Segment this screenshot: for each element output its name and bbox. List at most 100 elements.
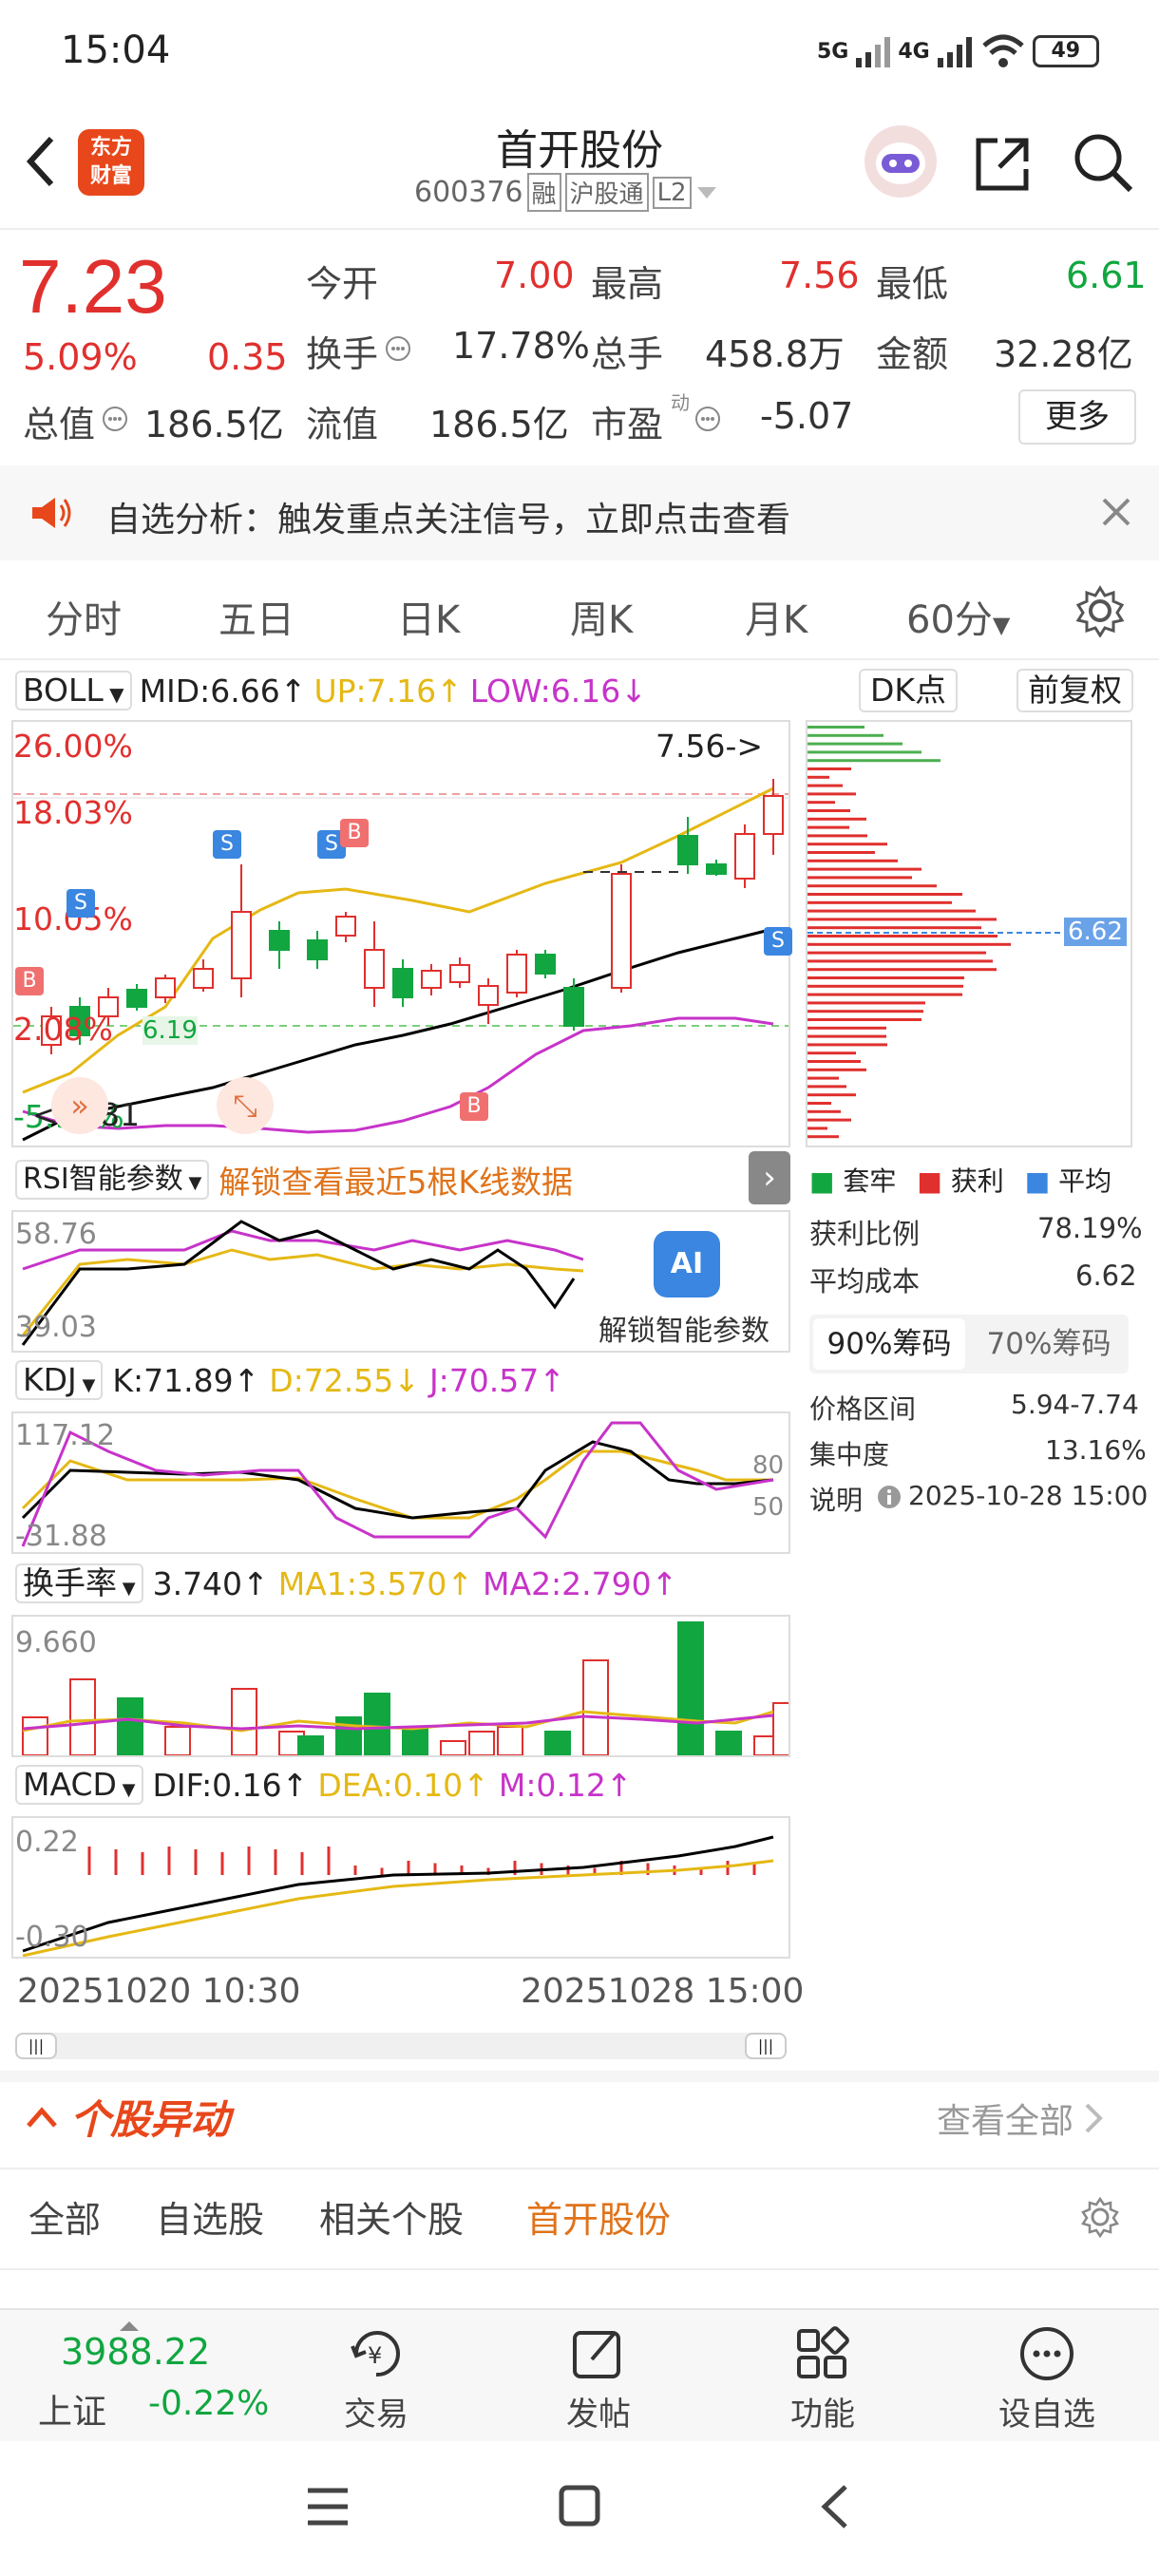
candle-body	[269, 930, 290, 951]
kline-chart[interactable]: 26.00% 18.03% 10.05% 2.08% -5.90% 7.56->…	[11, 720, 792, 1147]
tab-chip-70[interactable]: 70%筹码	[973, 1318, 1125, 1370]
macd-svg	[22, 1835, 774, 1958]
chevron-right-icon[interactable]: ›	[749, 1151, 790, 1204]
chip-distribution[interactable]: 6.62	[806, 720, 1132, 1147]
fullscreen-icon[interactable]: ⤡	[217, 1077, 274, 1134]
index-value[interactable]: 3988.22	[61, 2331, 210, 2373]
mcap-label: 总值	[23, 404, 96, 445]
turnover-chart[interactable]: 9.660	[11, 1615, 799, 1757]
assistant-avatar[interactable]	[864, 125, 937, 198]
kdj-selector[interactable]: KDJ ▼	[15, 1360, 104, 1400]
info-icon[interactable]	[876, 1484, 902, 1510]
chevron-down-icon: ▼	[182, 1173, 202, 1193]
tab-five-day[interactable]: 五日	[218, 589, 294, 644]
trade-icon: ¥	[351, 2331, 400, 2377]
quote-panel: 7.23 5.09% 0.35 今开 7.00 最高 7.56 最低 6.61 …	[0, 228, 1159, 456]
chip-bar	[808, 809, 850, 812]
divider	[0, 2071, 1159, 2082]
chip-bar	[808, 918, 997, 921]
chip-bar	[808, 817, 866, 821]
dk-point-button[interactable]: DK点	[859, 669, 959, 712]
boll-low: LOW:6.16↓	[469, 672, 647, 710]
expand-left-icon[interactable]: »	[51, 1077, 108, 1134]
chip-bar	[808, 1068, 866, 1071]
rsi-selector[interactable]: RSI智能参数 ▼	[15, 1160, 210, 1200]
buy-marker[interactable]: B	[460, 1092, 488, 1121]
buy-marker[interactable]: B	[15, 967, 44, 995]
macd-chart[interactable]: 0.22 -0.30	[11, 1816, 790, 1959]
turnover-selector[interactable]: 换手率 ▼	[15, 1563, 143, 1603]
candle-body	[563, 987, 584, 1027]
more-button[interactable]: 更多	[1018, 389, 1136, 445]
scroll-handle-left[interactable]: |||	[15, 2033, 57, 2059]
kdj-j: J:70.57↑	[428, 1361, 565, 1399]
chip-bar	[808, 1060, 861, 1063]
tab-day-k[interactable]: 日K	[397, 589, 460, 644]
candle-body	[193, 968, 214, 989]
turnover-ma2-value: MA2:2.790	[483, 1564, 652, 1602]
high-value: 7.56	[779, 255, 860, 296]
cost-value: 6.62	[1075, 1260, 1137, 1292]
chip-bar	[808, 1102, 831, 1105]
filter-this-stock[interactable]: 首开股份	[526, 2190, 671, 2243]
info-icon[interactable]	[384, 334, 412, 363]
macd-dif-value: DIF:0.16	[152, 1766, 282, 1804]
share-icon[interactable]	[971, 133, 1034, 196]
tab-60-min[interactable]: 60分▼	[906, 589, 1010, 644]
filter-watchlist[interactable]: 自选股	[156, 2190, 264, 2243]
avg-cost-tag: 6.62	[1064, 918, 1127, 946]
sell-marker[interactable]: S	[66, 889, 95, 918]
gear-icon[interactable]	[1074, 584, 1127, 637]
analysis-notice[interactable]: 自选分析：触发重点关注信号，立即点击查看	[0, 465, 1159, 560]
stock-code-row[interactable]: 600376 融 沪股通 L2	[414, 173, 718, 212]
gear-icon[interactable]	[1079, 2196, 1121, 2238]
buy-marker[interactable]: B	[340, 819, 369, 847]
nav-function[interactable]: 功能	[775, 2323, 870, 2434]
range-scrollbar[interactable]: ||| |||	[15, 2033, 787, 2059]
turnover-value-label: 3.740↑	[152, 1564, 269, 1602]
tag-connect: 沪股通	[564, 173, 649, 212]
rsi-chart[interactable]: 58.76 39.03 AI 解锁智能参数	[11, 1210, 790, 1353]
view-all-link[interactable]: 查看全部	[937, 2093, 1106, 2143]
back-icon[interactable]	[815, 2481, 853, 2532]
movers-title[interactable]: 个股异动	[25, 2088, 230, 2146]
close-icon[interactable]	[1100, 496, 1132, 528]
kdj-name: KDJ	[23, 1361, 77, 1398]
chip-bar	[808, 834, 867, 838]
nav-add-watchlist[interactable]: 设自选	[990, 2323, 1104, 2434]
info-icon[interactable]	[101, 405, 129, 433]
tab-week-k[interactable]: 周K	[570, 589, 633, 644]
nav-post[interactable]: 发帖	[551, 2323, 646, 2434]
search-icon[interactable]	[1072, 131, 1134, 194]
info-icon[interactable]	[694, 405, 722, 433]
boll-selector[interactable]: BOLL ▼	[15, 671, 132, 710]
candle-body	[392, 968, 413, 998]
sell-marker[interactable]: S	[764, 927, 792, 956]
chip-bar	[808, 968, 997, 972]
rsi-unlock-link[interactable]: 解锁查看最近5根K线数据	[218, 1157, 573, 1203]
menu-icon[interactable]	[304, 2485, 352, 2529]
ai-unlock-panel[interactable]: AI 解锁智能参数	[583, 1212, 788, 1351]
tab-minute[interactable]: 分时	[46, 589, 122, 644]
tab-chip-90[interactable]: 90%筹码	[813, 1318, 965, 1370]
signal-4g-label: 4G	[898, 39, 930, 64]
chip-bar	[808, 1034, 886, 1038]
filter-all[interactable]: 全部	[28, 2190, 101, 2243]
volume-bar	[772, 1702, 799, 1756]
kdj-chart[interactable]: 117.12 -31.88 80 50	[11, 1411, 790, 1554]
sell-marker[interactable]: S	[213, 830, 241, 859]
filter-related[interactable]: 相关个股	[319, 2190, 464, 2243]
tab-month-k[interactable]: 月K	[745, 589, 808, 644]
nav-add-watchlist-label: 设自选	[998, 2396, 1095, 2434]
chip-bar	[808, 1043, 887, 1047]
macd-selector[interactable]: MACD ▼	[15, 1765, 143, 1805]
chevron-down-icon: ▼	[103, 683, 124, 706]
nav-trade[interactable]: ¥ 交易	[329, 2323, 424, 2434]
macd-dea-value: DEA:0.10	[317, 1766, 464, 1804]
chip-bar	[808, 859, 898, 862]
adjust-button[interactable]: 前复权	[1016, 669, 1133, 712]
profit-value: 78.19%	[1037, 1212, 1143, 1244]
scroll-handle-right[interactable]: |||	[745, 2033, 787, 2059]
concentration-label: 集中度	[809, 1439, 890, 1470]
home-icon[interactable]	[557, 2483, 602, 2529]
